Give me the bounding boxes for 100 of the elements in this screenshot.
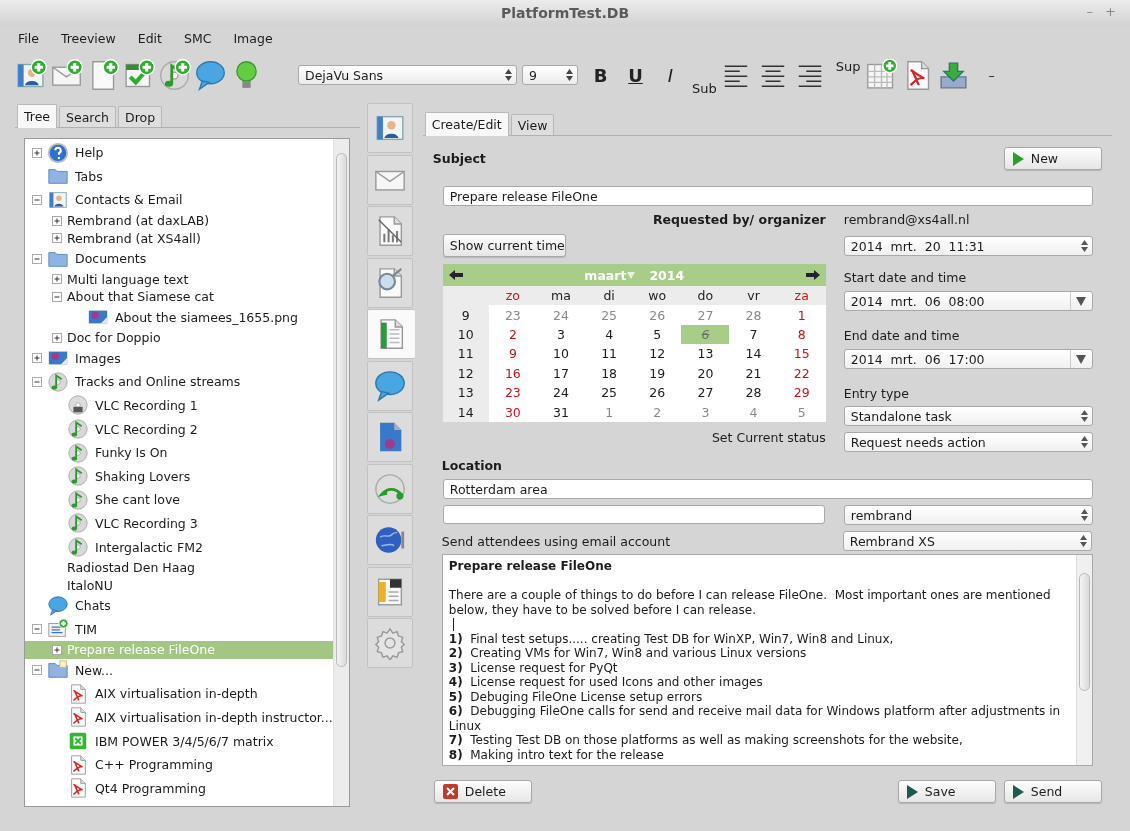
add-calendar-icon[interactable] xyxy=(864,58,898,92)
tree-expander[interactable] xyxy=(51,232,63,245)
calendar-day[interactable]: 9 xyxy=(488,344,537,364)
calendar-day[interactable]: 4 xyxy=(585,324,634,345)
calendar-day[interactable]: 10 xyxy=(536,344,586,364)
calendar-day[interactable]: 28 xyxy=(729,382,778,403)
tree-expander[interactable] xyxy=(31,375,43,388)
calendar-day[interactable]: 16 xyxy=(488,363,537,383)
input-field[interactable] xyxy=(442,505,825,524)
tree-item[interactable]: Rembrand (at XS4all) xyxy=(25,229,333,247)
calendar-day[interactable]: 5 xyxy=(633,324,682,345)
tree-item[interactable]: About that Siamese cat xyxy=(25,287,333,306)
tree-item[interactable]: She cant love xyxy=(25,488,333,512)
calendar-day[interactable]: 25 xyxy=(585,305,634,325)
show-current-time-button[interactable]: Show current time xyxy=(442,234,566,257)
calendar-day[interactable]: 13 xyxy=(681,344,730,364)
tree-item[interactable]: VLC Recording 3 xyxy=(25,511,333,536)
tree-item[interactable]: VLC Recording 1 xyxy=(25,393,333,418)
calendar-day[interactable]: 3 xyxy=(536,324,586,345)
start-date-dropdown[interactable]: 2014 mrt. 06 08:00 xyxy=(843,291,1093,311)
tree-item[interactable]: Help xyxy=(25,141,333,165)
tree-item[interactable]: Rembrand (at daxLAB) xyxy=(25,211,333,230)
underline-button[interactable]: U xyxy=(618,64,653,86)
tab[interactable]: View xyxy=(510,114,555,135)
calendar-day[interactable]: 11 xyxy=(585,344,634,364)
superscript-button[interactable]: Sup xyxy=(831,59,865,74)
tree-expander[interactable] xyxy=(51,214,63,227)
calendar-day[interactable]: 24 xyxy=(536,382,586,403)
calendar-day[interactable]: 23 xyxy=(488,305,537,325)
menu-item[interactable]: Edit xyxy=(129,30,170,46)
italic-button[interactable]: I xyxy=(653,64,688,86)
calendar-day[interactable]: 27 xyxy=(681,305,730,325)
tree-item[interactable]: Intergalactic FM2 xyxy=(25,535,333,559)
next-month-icon[interactable] xyxy=(805,270,820,280)
tree-item[interactable]: Qt4 Programming xyxy=(25,776,333,801)
calendar-day[interactable]: 17 xyxy=(536,363,586,383)
tree-expander[interactable] xyxy=(31,352,43,365)
tree-expander[interactable] xyxy=(31,146,43,159)
calendar-day[interactable]: 5 xyxy=(777,402,826,422)
entry-type-dropdown[interactable]: Standalone task xyxy=(843,406,1093,426)
save-button[interactable]: Save xyxy=(897,780,996,803)
calendar-day[interactable]: 20 xyxy=(681,363,730,383)
previous-month-icon[interactable] xyxy=(448,270,463,280)
calendar-day[interactable]: 28 xyxy=(729,305,778,325)
tree-item[interactable]: Chats xyxy=(25,593,333,618)
calendar-day[interactable]: 21 xyxy=(729,363,778,383)
scrollbar[interactable] xyxy=(332,139,349,806)
calendar-day[interactable]: 12 xyxy=(633,344,682,364)
tree-item[interactable]: Tracks and Online streams xyxy=(25,370,333,394)
calendar-day[interactable]: 24 xyxy=(536,305,586,325)
location-field[interactable]: Rotterdam area xyxy=(442,479,1093,499)
calendar-day[interactable]: 14 xyxy=(729,344,778,364)
subject-field[interactable]: Prepare release FileOne xyxy=(442,186,1093,206)
calendar-day[interactable]: 31 xyxy=(536,402,586,422)
tree-item[interactable]: Doc for Doppio xyxy=(25,328,333,347)
tree-item[interactable]: AIX virtualisation in-depth instructor... xyxy=(25,705,333,730)
new-button[interactable]: New xyxy=(1003,147,1102,170)
add-music-icon[interactable] xyxy=(158,58,191,92)
tree-item[interactable]: ItaloNU xyxy=(25,576,333,594)
menu-item[interactable]: Image xyxy=(225,30,281,46)
status-dropdown[interactable]: Request needs action xyxy=(843,432,1093,452)
scrollbar[interactable] xyxy=(1075,555,1092,765)
tree-item[interactable]: Contacts & Email xyxy=(25,188,333,212)
calendar-day[interactable]: 1 xyxy=(777,305,826,325)
calendar-day[interactable]: 2 xyxy=(633,402,682,422)
tree-item[interactable]: Shaking Lovers xyxy=(25,464,333,489)
delete-button[interactable]: Delete xyxy=(433,780,532,803)
tab[interactable]: Create/Edit xyxy=(424,112,509,136)
font-dropdown[interactable]: DejaVu Sans xyxy=(298,65,517,85)
tree-expander[interactable] xyxy=(51,643,63,656)
send-button[interactable]: Send xyxy=(1003,780,1102,803)
calendar-day[interactable]: 30 xyxy=(488,402,537,422)
chat-icon[interactable] xyxy=(194,58,227,92)
current-time-field[interactable]: 2014 mrt. 20 11:31 xyxy=(843,236,1093,256)
tree-item[interactable]: About the siamees_1655.png xyxy=(25,305,333,329)
toolbar-extension-button[interactable]: – xyxy=(988,67,995,83)
tree-item[interactable]: Multi language text xyxy=(25,270,333,288)
calendar-day[interactable]: 7 xyxy=(729,324,778,345)
calendar-day[interactable]: 18 xyxy=(585,363,634,383)
calendar-day[interactable]: 22 xyxy=(777,363,826,383)
calendar-day[interactable]: 3 xyxy=(681,402,730,422)
tab[interactable]: Drop xyxy=(118,106,163,127)
tree-expander[interactable] xyxy=(31,664,43,677)
tree-item[interactable]: VLC Recording 2 xyxy=(25,417,333,441)
tree-item[interactable]: IBM POWER 3/4/5/6/7 matrix xyxy=(25,729,333,753)
tree-expander[interactable] xyxy=(51,331,63,344)
menu-item[interactable]: File xyxy=(10,30,47,46)
subscript-button[interactable]: Sub xyxy=(688,81,721,96)
calendar-day[interactable]: 15 xyxy=(777,344,826,364)
calendar-day[interactable]: 26 xyxy=(633,305,682,325)
end-date-dropdown[interactable]: 2014 mrt. 06 17:00 xyxy=(843,349,1093,369)
notes-editor[interactable] xyxy=(441,554,1093,766)
tree-item[interactable]: Images xyxy=(25,346,333,371)
tree-expander[interactable] xyxy=(31,623,43,636)
tree-item[interactable]: C++ Programming xyxy=(25,752,333,777)
tree-item[interactable]: New... xyxy=(25,658,333,683)
calendar-day[interactable]: 27 xyxy=(681,382,730,403)
attendee-dropdown[interactable]: rembrand xyxy=(843,505,1093,525)
tree-item[interactable]: Documents xyxy=(25,246,333,271)
menu-item[interactable]: SMC xyxy=(175,30,220,46)
